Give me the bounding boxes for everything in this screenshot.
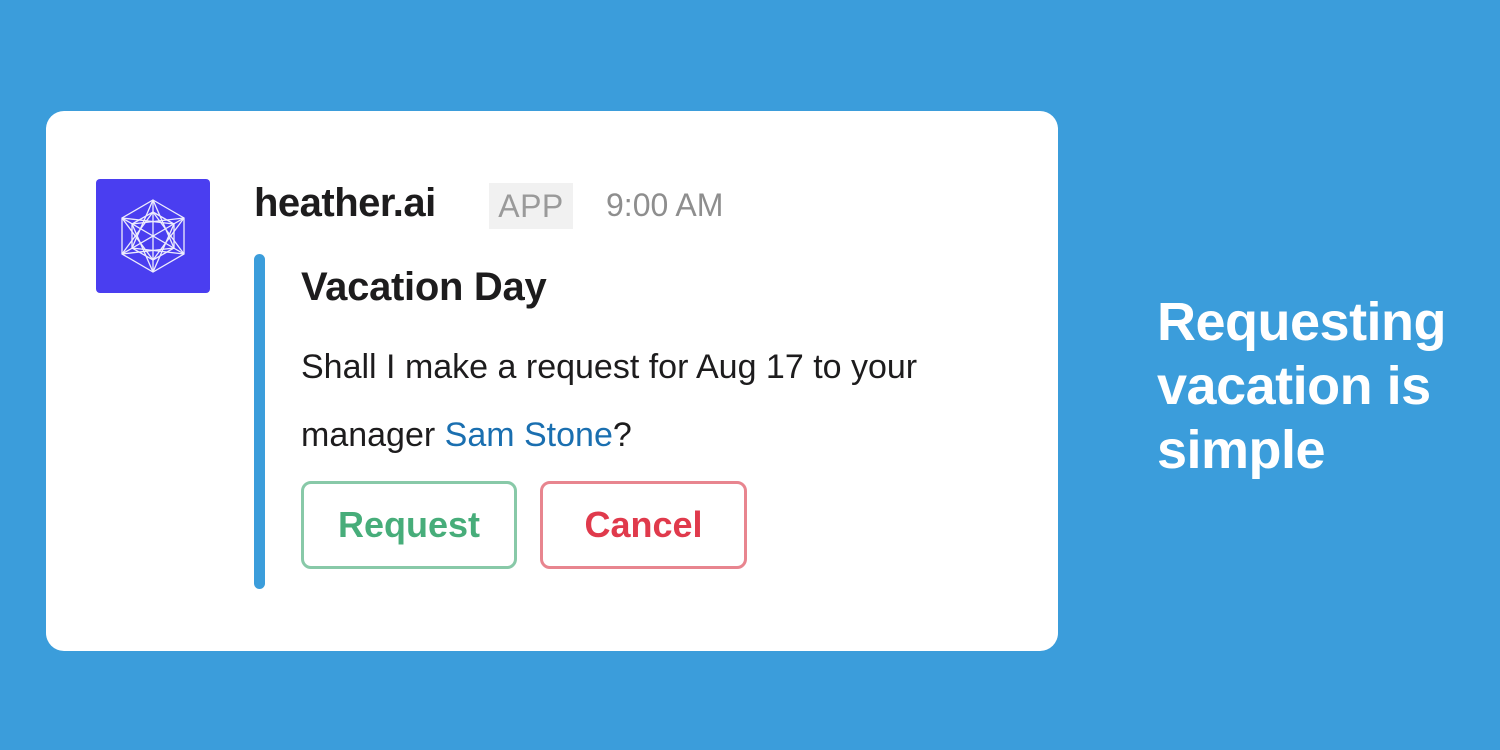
sender-name[interactable]: heather.ai — [254, 181, 436, 226]
message-card: heather.ai APP 9:00 AM Vacation Day Shal… — [46, 111, 1058, 651]
app-badge: APP — [489, 183, 573, 229]
promo-tagline: Requesting vacation is simple — [1157, 292, 1447, 480]
attachment-accent-bar — [254, 254, 265, 589]
user-mention-link[interactable]: Sam Stone — [445, 416, 613, 454]
attachment-text: Shall I make a request for Aug 17 to you… — [301, 333, 1001, 469]
attachment-title: Vacation Day — [301, 265, 547, 309]
message-timestamp[interactable]: 9:00 AM — [606, 187, 723, 224]
bot-avatar[interactable] — [96, 179, 210, 293]
request-button[interactable]: Request — [301, 481, 517, 569]
attachment-text-end: ? — [612, 416, 632, 454]
cancel-button[interactable]: Cancel — [540, 481, 747, 569]
geometric-hexagon-logo-icon — [121, 199, 185, 273]
